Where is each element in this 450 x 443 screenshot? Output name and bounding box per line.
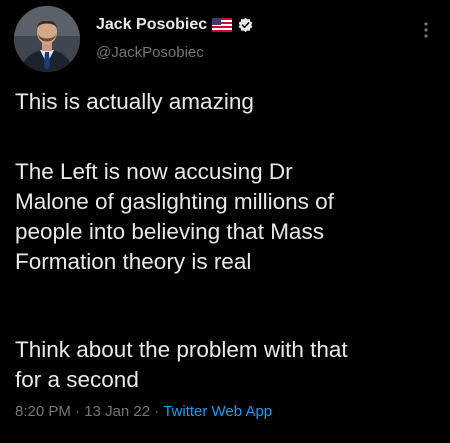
tweet-source-link[interactable]: Twitter Web App bbox=[163, 403, 272, 420]
tweet-line: for a second bbox=[15, 367, 139, 392]
more-options-icon[interactable] bbox=[416, 20, 436, 40]
tweet-line: The Left is now accusing Dr bbox=[15, 159, 293, 184]
tweet-line: people into believing that Mass bbox=[15, 219, 324, 244]
verified-badge-icon bbox=[237, 17, 254, 34]
avatar[interactable] bbox=[14, 6, 80, 72]
tweet-line: This is actually amazing bbox=[15, 89, 254, 114]
tweet-line: Malone of gaslighting millions of bbox=[15, 189, 334, 214]
tweet-meta: 8:20 PM · 13 Jan 22 · Twitter Web App bbox=[15, 403, 272, 420]
author-name[interactable]: Jack Posobiec bbox=[96, 16, 207, 34]
author-row: Jack Posobiec bbox=[96, 16, 254, 34]
tweet: Jack Posobiec @JackPosobiec This is actu… bbox=[0, 0, 450, 443]
tweet-date[interactable]: 13 Jan 22 bbox=[84, 403, 150, 420]
tweet-line: Think about the problem with that bbox=[15, 337, 348, 362]
meta-separator: · bbox=[154, 403, 160, 420]
tweet-line: Formation theory is real bbox=[15, 249, 252, 274]
tweet-time[interactable]: 8:20 PM bbox=[15, 403, 71, 420]
us-flag-icon bbox=[212, 18, 233, 32]
tweet-paragraph-3: Think about the problem with that for a … bbox=[15, 335, 445, 395]
author-handle[interactable]: @JackPosobiec bbox=[96, 44, 204, 61]
avatar-image bbox=[14, 6, 80, 72]
meta-separator: · bbox=[75, 403, 81, 420]
tweet-paragraph-2: The Left is now accusing Dr Malone of ga… bbox=[15, 157, 445, 277]
tweet-paragraph-1: This is actually amazing bbox=[15, 87, 445, 117]
